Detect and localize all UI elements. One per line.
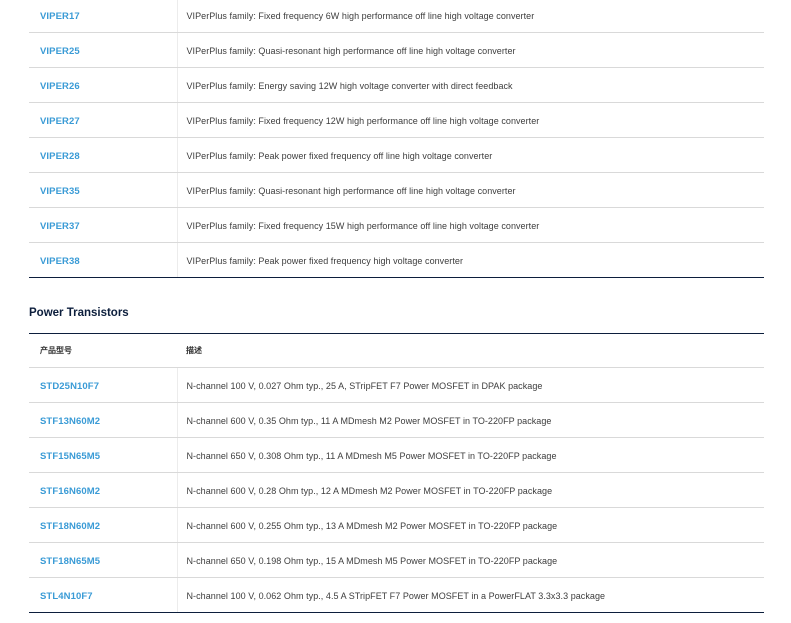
table-header-row: 产品型号 描述	[29, 334, 764, 368]
table-row: VIPER37 VIPerPlus family: Fixed frequenc…	[29, 207, 764, 243]
table-row: STL4N10F7 N-channel 100 V, 0.062 Ohm typ…	[29, 577, 764, 613]
table-row: VIPER38 VIPerPlus family: Peak power fix…	[29, 242, 764, 278]
part-description: VIPerPlus family: Peak power fixed frequ…	[186, 151, 493, 161]
part-description: VIPerPlus family: Fixed frequency 6W hig…	[186, 11, 535, 21]
part-description: N-channel 100 V, 0.027 Ohm typ., 25 A, S…	[186, 381, 543, 391]
part-description: N-channel 650 V, 0.198 Ohm typ., 15 A MD…	[186, 556, 558, 566]
part-number-link[interactable]: VIPER26	[40, 81, 80, 92]
table-row: VIPER26 VIPerPlus family: Energy saving …	[29, 67, 764, 103]
part-description: VIPerPlus family: Peak power fixed frequ…	[186, 256, 463, 266]
table-row: VIPER17 VIPerPlus family: Fixed frequenc…	[29, 0, 764, 33]
table-row: STF18N60M2 N-channel 600 V, 0.255 Ohm ty…	[29, 507, 764, 543]
part-description: VIPerPlus family: Quasi-resonant high pe…	[186, 186, 516, 196]
part-number-link[interactable]: VIPER35	[40, 186, 80, 197]
part-number-link[interactable]: STF16N60M2	[40, 486, 100, 497]
part-number-link[interactable]: STF18N65M5	[40, 556, 100, 567]
column-header-description[interactable]: 描述	[177, 334, 764, 368]
table-row: VIPER35 VIPerPlus family: Quasi-resonant…	[29, 172, 764, 208]
part-number-link[interactable]: STF13N60M2	[40, 416, 100, 427]
table-row: STD25N10F7 N-channel 100 V, 0.027 Ohm ty…	[29, 367, 764, 403]
part-number-link[interactable]: VIPER27	[40, 116, 80, 127]
part-description: VIPerPlus family: Energy saving 12W high…	[186, 81, 513, 91]
viper-product-table: VIPER17 VIPerPlus family: Fixed frequenc…	[29, 0, 764, 278]
part-description: VIPerPlus family: Fixed frequency 15W hi…	[186, 221, 540, 231]
part-number-link[interactable]: VIPER38	[40, 256, 80, 267]
column-header-part-number[interactable]: 产品型号	[29, 334, 177, 368]
table-row: VIPER27 VIPerPlus family: Fixed frequenc…	[29, 102, 764, 138]
part-number-link[interactable]: VIPER25	[40, 46, 80, 57]
table-row: STF13N60M2 N-channel 600 V, 0.35 Ohm typ…	[29, 402, 764, 438]
part-description: VIPerPlus family: Quasi-resonant high pe…	[186, 46, 516, 56]
part-description: N-channel 600 V, 0.28 Ohm typ., 12 A MDm…	[186, 486, 553, 496]
power-transistors-table: 产品型号 描述 STD25N10F7 N-channel 100 V, 0.02…	[29, 333, 764, 613]
part-number-link[interactable]: VIPER28	[40, 151, 80, 162]
part-number-link[interactable]: VIPER17	[40, 11, 80, 22]
part-number-link[interactable]: STD25N10F7	[40, 381, 99, 392]
part-description: VIPerPlus family: Fixed frequency 12W hi…	[186, 116, 540, 126]
part-description: N-channel 100 V, 0.062 Ohm typ., 4.5 A S…	[186, 591, 606, 601]
table-row: VIPER28 VIPerPlus family: Peak power fix…	[29, 137, 764, 173]
part-number-link[interactable]: STF18N60M2	[40, 521, 100, 532]
part-number-link[interactable]: STL4N10F7	[40, 591, 93, 602]
part-description: N-channel 600 V, 0.255 Ohm typ., 13 A MD…	[186, 521, 558, 531]
table-row: STF16N60M2 N-channel 600 V, 0.28 Ohm typ…	[29, 472, 764, 508]
part-description: N-channel 650 V, 0.308 Ohm typ., 11 A MD…	[186, 451, 557, 461]
part-number-link[interactable]: STF15N65M5	[40, 451, 100, 462]
section-title: Power Transistors	[29, 307, 129, 319]
table-row: STF15N65M5 N-channel 650 V, 0.308 Ohm ty…	[29, 437, 764, 473]
part-description: N-channel 600 V, 0.35 Ohm typ., 11 A MDm…	[186, 416, 552, 426]
table-row: STF18N65M5 N-channel 650 V, 0.198 Ohm ty…	[29, 542, 764, 578]
table-row: VIPER25 VIPerPlus family: Quasi-resonant…	[29, 32, 764, 68]
part-number-link[interactable]: VIPER37	[40, 221, 80, 232]
